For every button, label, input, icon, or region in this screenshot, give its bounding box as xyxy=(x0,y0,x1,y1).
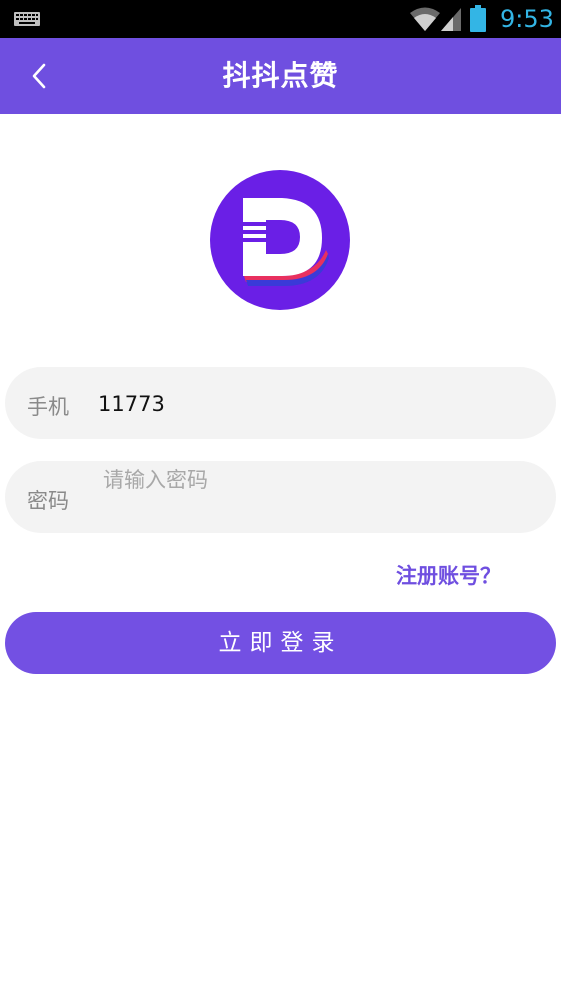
phone-field: 手机 xyxy=(5,367,556,439)
chevron-left-icon xyxy=(32,63,46,89)
login-button[interactable]: 立即登录 xyxy=(5,612,556,674)
password-label: 密码 xyxy=(27,489,69,513)
keyboard-icon xyxy=(14,12,40,26)
app-bar: 抖抖点赞 xyxy=(0,38,561,114)
wifi-icon xyxy=(410,7,440,31)
page-title: 抖抖点赞 xyxy=(222,59,339,92)
phone-input[interactable] xyxy=(98,389,518,419)
d-logo-icon xyxy=(210,170,350,310)
back-button[interactable] xyxy=(22,56,56,96)
register-link[interactable]: 注册账号？ xyxy=(396,560,501,590)
status-time: 9:53 xyxy=(500,5,554,33)
status-bar: 9:53 xyxy=(0,0,561,38)
battery-icon xyxy=(470,5,486,32)
password-field: 密码 xyxy=(5,461,556,533)
signal-icon xyxy=(441,8,461,31)
phone-label: 手机 xyxy=(27,395,69,419)
password-input[interactable] xyxy=(103,465,523,495)
